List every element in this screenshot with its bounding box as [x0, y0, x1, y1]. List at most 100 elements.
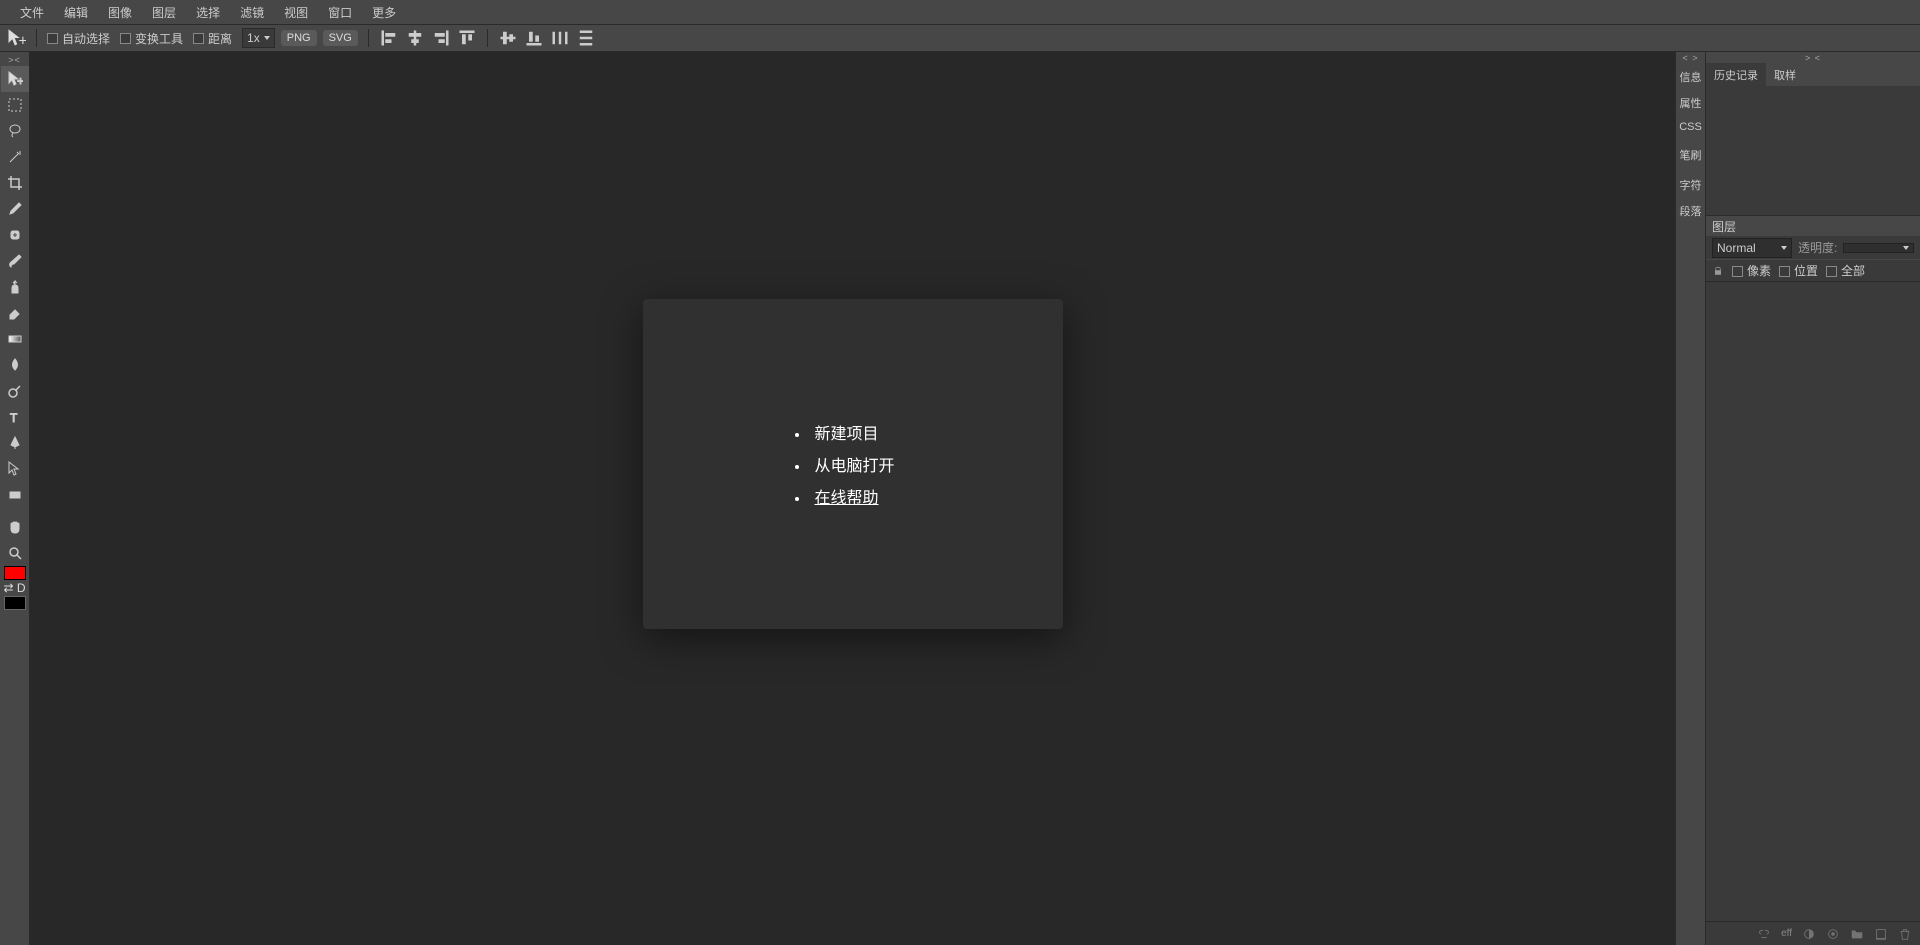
toolbar-collapse-icon[interactable]: ><: [0, 54, 29, 66]
menu-file[interactable]: 文件: [10, 0, 54, 25]
move-tool-icon: +: [6, 28, 26, 48]
zoom-value: 1x: [247, 31, 260, 45]
layers-controls: Normal 透明度:: [1706, 236, 1920, 260]
blend-mode-select[interactable]: Normal: [1712, 238, 1792, 258]
shape-tool[interactable]: [1, 482, 29, 508]
welcome-open-from-pc[interactable]: 从电脑打开: [810, 452, 894, 476]
caret-down-icon: [1781, 246, 1787, 250]
history-panel-tabs: 历史记录 取样: [1706, 64, 1920, 86]
menu-layer[interactable]: 图层: [142, 0, 186, 25]
opacity-label: 透明度:: [1798, 239, 1837, 256]
link-layers-icon[interactable]: [1757, 927, 1771, 941]
brush-tool[interactable]: [1, 248, 29, 274]
welcome-dialog: 新建项目 从电脑打开 在线帮助: [643, 299, 1063, 629]
new-layer-icon[interactable]: [1874, 927, 1888, 941]
align-left-icon[interactable]: [379, 28, 399, 48]
adjustment-layer-icon[interactable]: [1826, 927, 1840, 941]
auto-select-checkbox[interactable]: 自动选择: [47, 30, 110, 47]
align-top-icon[interactable]: [457, 28, 477, 48]
blend-value: Normal: [1717, 241, 1756, 255]
foreground-color-swatch[interactable]: [4, 566, 26, 580]
right-rail: < > 信息 属性 CSS 笔刷 字符 段落: [1675, 52, 1705, 945]
distance-checkbox[interactable]: 距离: [193, 30, 232, 47]
new-folder-icon[interactable]: [1850, 927, 1864, 941]
rail-character[interactable]: 字符: [1676, 172, 1705, 198]
marquee-tool[interactable]: [1, 92, 29, 118]
transform-checkbox[interactable]: 变换工具: [120, 30, 183, 47]
menu-window[interactable]: 窗口: [318, 0, 362, 25]
svg-text:+: +: [17, 74, 23, 87]
rail-brush[interactable]: 笔刷: [1676, 142, 1705, 168]
align-bottom-icon[interactable]: [524, 28, 544, 48]
wand-tool[interactable]: [1, 144, 29, 170]
lasso-tool[interactable]: [1, 118, 29, 144]
caret-down-icon: [264, 36, 270, 40]
menu-filter[interactable]: 滤镜: [230, 0, 274, 25]
background-color-swatch[interactable]: [4, 596, 26, 610]
layer-effects-button[interactable]: eff: [1781, 928, 1792, 939]
dodge-tool[interactable]: [1, 378, 29, 404]
welcome-online-help[interactable]: 在线帮助: [810, 484, 894, 508]
rail-info[interactable]: 信息: [1676, 64, 1705, 90]
distribute-h-icon[interactable]: [550, 28, 570, 48]
align-right-icon[interactable]: [431, 28, 451, 48]
opacity-select[interactable]: [1843, 243, 1914, 253]
eraser-tool[interactable]: [1, 300, 29, 326]
welcome-new-project[interactable]: 新建项目: [810, 420, 894, 444]
align-vcenter-icon[interactable]: [498, 28, 518, 48]
crop-tool[interactable]: [1, 170, 29, 196]
type-tool[interactable]: T: [1, 404, 29, 430]
rail-paragraph[interactable]: 段落: [1676, 198, 1705, 224]
layers-title: 图层: [1712, 218, 1736, 235]
layer-mask-icon[interactable]: [1802, 927, 1816, 941]
zoom-tool[interactable]: [1, 540, 29, 566]
menubar: 文件 编辑 图像 图层 选择 滤镜 视图 窗口 更多: [0, 0, 1920, 24]
layers-panel-header[interactable]: 图层: [1706, 216, 1920, 236]
options-bar: + 自动选择 变换工具 距离 1x PNG SVG: [0, 24, 1920, 52]
canvas-area[interactable]: 新建项目 从电脑打开 在线帮助: [30, 52, 1675, 945]
toolbar: >< + T ⇄D: [0, 52, 30, 945]
tab-history[interactable]: 历史记录: [1706, 63, 1766, 87]
align-hcenter-icon[interactable]: [405, 28, 425, 48]
menu-view[interactable]: 视图: [274, 0, 318, 25]
png-button[interactable]: PNG: [281, 30, 317, 46]
clone-tool[interactable]: [1, 274, 29, 300]
hand-tool[interactable]: [1, 514, 29, 540]
tab-swatches[interactable]: 取样: [1766, 63, 1804, 87]
menu-more[interactable]: 更多: [362, 0, 406, 25]
menu-select[interactable]: 选择: [186, 0, 230, 25]
menu-edit[interactable]: 编辑: [54, 0, 98, 25]
panels: > < 历史记录 取样 图层 Normal 透明度: 像素 位置 全部 eff: [1705, 52, 1920, 945]
healing-tool[interactable]: [1, 222, 29, 248]
gradient-tool[interactable]: [1, 326, 29, 352]
history-panel-body: [1706, 86, 1920, 216]
lock-position-checkbox[interactable]: 位置: [1779, 262, 1818, 279]
rail-css[interactable]: CSS: [1676, 116, 1705, 138]
path-select-tool[interactable]: [1, 456, 29, 482]
blur-tool[interactable]: [1, 352, 29, 378]
lock-pixels-checkbox[interactable]: 像素: [1732, 262, 1771, 279]
distance-label: 距离: [208, 30, 232, 47]
svg-text:+: +: [19, 33, 27, 49]
move-tool[interactable]: +: [1, 66, 29, 92]
zoom-select[interactable]: 1x: [242, 28, 275, 48]
layers-footer: eff: [1706, 921, 1920, 945]
default-colors-icon[interactable]: D: [17, 581, 26, 595]
swap-colors-icon[interactable]: ⇄: [4, 581, 14, 595]
caret-down-icon: [1903, 246, 1909, 250]
transform-label: 变换工具: [135, 30, 183, 47]
pen-tool[interactable]: [1, 430, 29, 456]
svg-button[interactable]: SVG: [323, 30, 358, 46]
rail-collapse-icon[interactable]: < >: [1676, 52, 1705, 64]
layers-lock-row: 像素 位置 全部: [1706, 260, 1920, 282]
menu-image[interactable]: 图像: [98, 0, 142, 25]
svg-text:T: T: [10, 411, 18, 425]
rail-properties[interactable]: 属性: [1676, 90, 1705, 116]
auto-select-label: 自动选择: [62, 30, 110, 47]
distribute-v-icon[interactable]: [576, 28, 596, 48]
delete-layer-icon[interactable]: [1898, 927, 1912, 941]
eyedropper-tool[interactable]: [1, 196, 29, 222]
lock-all-checkbox[interactable]: 全部: [1826, 262, 1865, 279]
layers-list[interactable]: [1706, 282, 1920, 921]
lock-icon: [1712, 265, 1724, 277]
